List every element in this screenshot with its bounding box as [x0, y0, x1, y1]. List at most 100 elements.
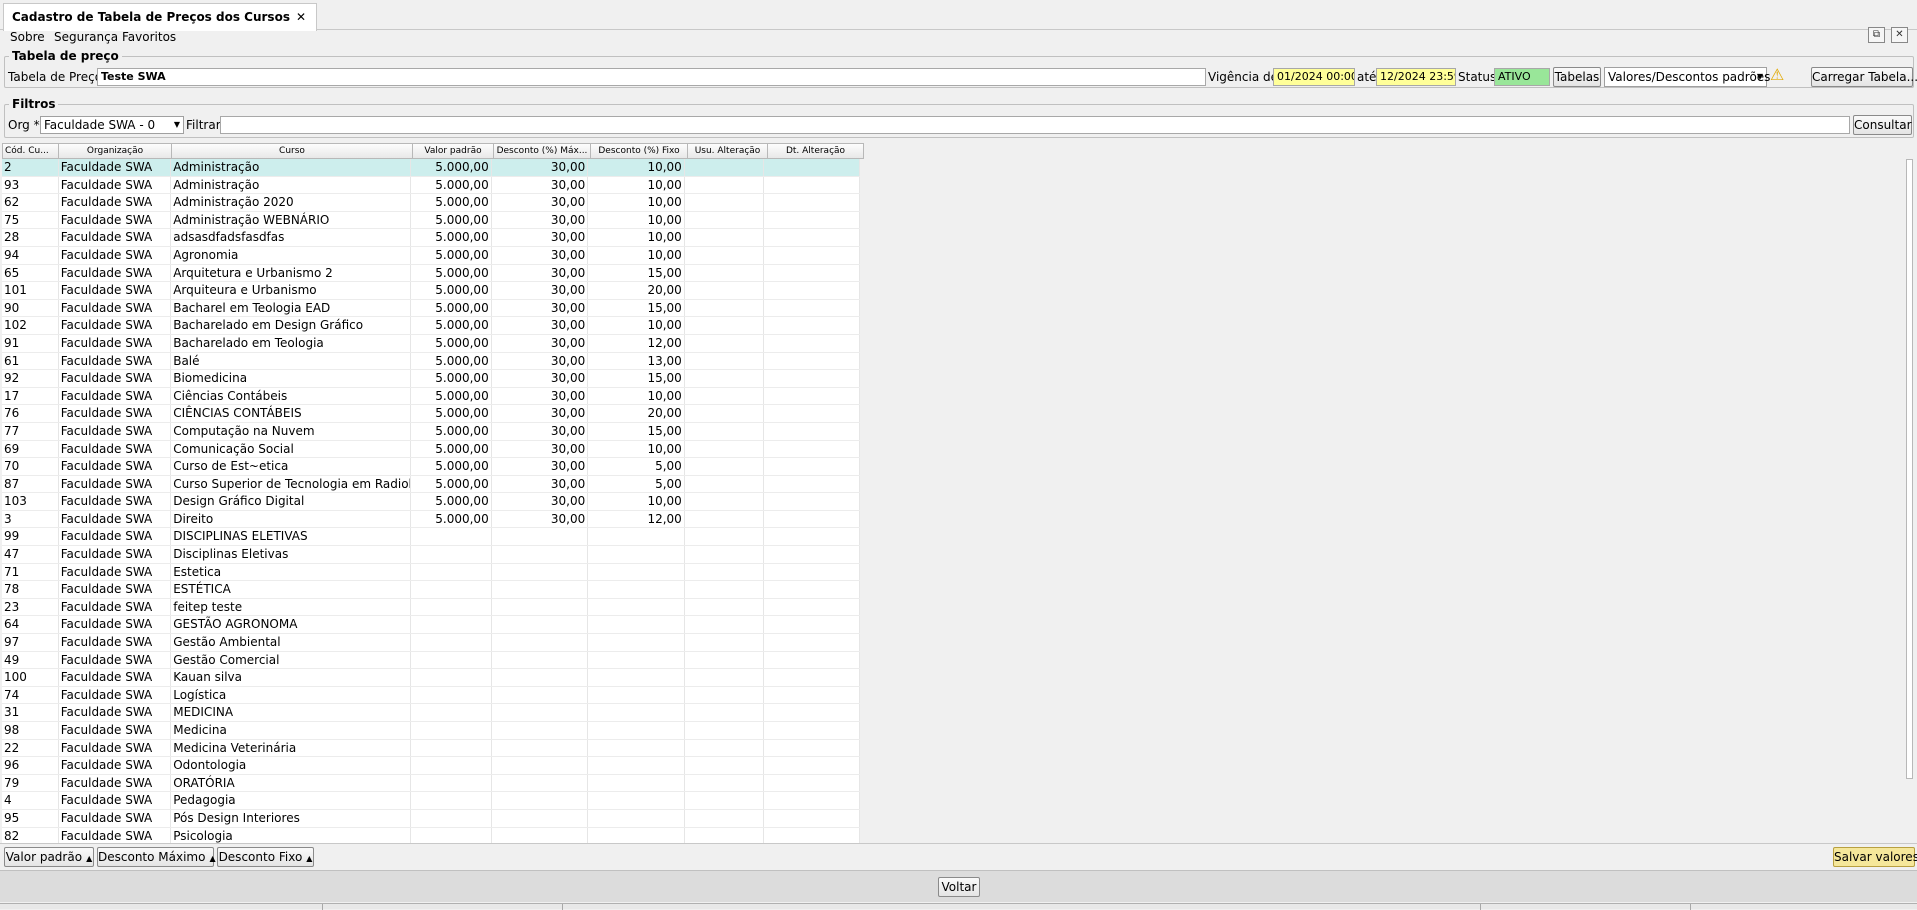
vigencia-from-input[interactable]: 01/2024 00:00	[1273, 68, 1355, 86]
tab-price-table[interactable]: Cadastro de Tabela de Preços dos Cursos ✕	[3, 3, 318, 31]
table-row[interactable]: 64 Faculdade SWA GESTÃO AGRONOMA	[2, 616, 860, 635]
table-row[interactable]: 61 Faculdade SWA Balé 5.000,00 30,00 13,00	[2, 352, 860, 371]
table-row[interactable]: 49 Faculdade SWA Gestão Comercial	[2, 651, 860, 670]
cell-organization: Faculdade SWA	[59, 352, 172, 370]
column-header-max-discount[interactable]: Desconto (%) Máx...	[494, 143, 591, 159]
cell-course: ORATÓRIA	[171, 774, 412, 792]
cell-course: feitep teste	[171, 598, 412, 616]
cell-changed-at	[764, 651, 860, 669]
table-row[interactable]: 17 Faculdade SWA Ciências Contábeis 5.000,0…	[2, 387, 860, 406]
table-row[interactable]: 31 Faculdade SWA MEDICINA	[2, 704, 860, 722]
cell-fixed-discount: 15,00	[588, 370, 685, 387]
scrollbar-thumb[interactable]	[1906, 159, 1913, 779]
tabelas-button[interactable]: Tabelas	[1553, 67, 1601, 87]
cell-max-discount: 30,00	[492, 352, 589, 370]
table-row[interactable]: 100 Faculdade SWA Kauan silva	[2, 669, 860, 687]
load-table-button[interactable]: Carregar Tabela...	[1811, 67, 1917, 87]
column-header-code[interactable]: Cód. Cu...	[2, 143, 59, 159]
cell-code: 77	[2, 422, 59, 440]
close-window-icon[interactable]: ✕	[1891, 27, 1908, 43]
cell-course: GESTÃO AGRONOMA	[171, 616, 412, 634]
cell-code: 23	[2, 598, 59, 616]
table-row[interactable]: 23 Faculdade SWA feitep teste	[2, 598, 860, 617]
table-row[interactable]: 103 Faculdade SWA Design Gráfico Digital 5.…	[2, 493, 860, 511]
cell-course: Disciplinas Eletivas	[171, 546, 412, 563]
restore-window-icon[interactable]: ⧉	[1868, 27, 1885, 43]
table-row[interactable]: 99 Faculdade SWA DISCIPLINAS ELETIVAS	[2, 528, 860, 547]
column-header-fixed-discount[interactable]: Desconto (%) Fixo	[591, 143, 688, 159]
cell-organization: Faculdade SWA	[59, 405, 172, 422]
cell-default-value: 5.000,00	[411, 282, 492, 299]
cell-code: 65	[2, 264, 59, 282]
status-separator	[1690, 904, 1691, 910]
table-row[interactable]: 70 Faculdade SWA Curso de Est~etica 5.000,0…	[2, 458, 860, 476]
column-header-organization[interactable]: Organização	[59, 143, 172, 159]
close-tab-icon[interactable]: ✕	[296, 10, 306, 24]
cell-changed-at	[764, 440, 860, 458]
table-row[interactable]: 4 Faculdade SWA Pedagogia	[2, 792, 860, 810]
table-row[interactable]: 71 Faculdade SWA Estetica	[2, 563, 860, 582]
table-row[interactable]: 79 Faculdade SWA ORATÓRIA	[2, 774, 860, 793]
valores-descontos-combo[interactable]: Valores/Descontos padrões ▼	[1604, 67, 1771, 87]
column-header-default-value[interactable]: Valor padrão	[413, 143, 494, 159]
cell-changed-at	[764, 704, 860, 721]
valor-padrao-button[interactable]: Valor padrão ▲	[4, 847, 94, 867]
table-row[interactable]: 94 Faculdade SWA Agronomia 5.000,00 30,00 10,…	[2, 246, 860, 265]
table-row[interactable]: 95 Faculdade SWA Pós Design Interiores	[2, 809, 860, 828]
table-row[interactable]: 101 Faculdade SWA Arquiteura e Urbanismo 5.…	[2, 282, 860, 300]
table-row[interactable]: 98 Faculdade SWA Medicina	[2, 722, 860, 740]
table-row[interactable]: 87 Faculdade SWA Curso Superior de Tecnolo…	[2, 475, 860, 494]
filter-input[interactable]	[220, 116, 1850, 134]
menu-sobre[interactable]: Sobre	[10, 30, 45, 44]
table-row[interactable]: 90 Faculdade SWA Bacharel em Teologia EAD 5…	[2, 299, 860, 318]
table-row[interactable]: 93 Faculdade SWA Administração 5.000,00 30,0…	[2, 176, 860, 195]
table-row[interactable]: 78 Faculdade SWA ESTÉTICA	[2, 581, 860, 599]
cell-default-value	[411, 774, 492, 792]
back-button[interactable]: Voltar	[938, 877, 980, 897]
consult-button[interactable]: Consultar	[1853, 115, 1912, 135]
cell-default-value: 5.000,00	[411, 405, 492, 422]
table-row[interactable]: 91 Faculdade SWA Bacharelado em Teologia 5.…	[2, 334, 860, 353]
valores-descontos-value: Valores/Descontos padrões	[1608, 70, 1771, 84]
cell-changed-by	[685, 634, 765, 651]
cell-fixed-discount	[588, 827, 685, 843]
price-table-name-input[interactable]: Teste SWA	[97, 68, 1206, 86]
table-row[interactable]: 97 Faculdade SWA Gestão Ambiental	[2, 634, 860, 652]
cell-organization: Faculdade SWA	[59, 458, 172, 475]
table-row[interactable]: 82 Faculdade SWA Psicologia	[2, 827, 860, 843]
vertical-scrollbar[interactable]	[1904, 159, 1915, 842]
table-row[interactable]: 76 Faculdade SWA CIÊNCIAS CONTÁBEIS 5.000,0…	[2, 405, 860, 423]
table-row[interactable]: 2 Faculdade SWA Administração 5.000,00 30,00…	[2, 159, 860, 177]
desconto-maximo-button[interactable]: Desconto Máximo ▲	[97, 847, 216, 867]
table-row[interactable]: 69 Faculdade SWA Comunicação Social 5.000,0…	[2, 440, 860, 459]
cell-changed-at	[764, 686, 860, 704]
cell-fixed-discount: 10,00	[588, 194, 685, 211]
desconto-fixo-button[interactable]: Desconto Fixo ▲	[217, 847, 314, 867]
cell-organization: Faculdade SWA	[59, 563, 172, 581]
table-row[interactable]: 28 Faculdade SWA adsasdfadsfasdfas 5.000,00…	[2, 229, 860, 247]
table-row[interactable]: 65 Faculdade SWA Arquitetura e Urbanismo 2…	[2, 264, 860, 283]
cell-changed-at	[764, 792, 860, 809]
column-header-course[interactable]: Curso	[172, 143, 413, 159]
table-row[interactable]: 102 Faculdade SWA Bacharelado em Design Gr…	[2, 317, 860, 335]
table-row[interactable]: 96 Faculdade SWA Odontologia	[2, 757, 860, 775]
org-select[interactable]: Faculdade SWA - 0 ▼	[40, 116, 184, 134]
table-row[interactable]: 3 Faculdade SWA Direito 5.000,00 30,00 12,00	[2, 510, 860, 529]
table-row[interactable]: 75 Faculdade SWA Administração WEBNÁRIO 5.0…	[2, 211, 860, 230]
menu-seguranca[interactable]: Segurança	[54, 30, 118, 44]
vigencia-to-input[interactable]: 12/2024 23:59	[1376, 68, 1456, 86]
cell-fixed-discount	[588, 792, 685, 809]
table-row[interactable]: 74 Faculdade SWA Logística	[2, 686, 860, 705]
table-row[interactable]: 62 Faculdade SWA Administração 2020 5.000,0…	[2, 194, 860, 212]
column-header-changed-by[interactable]: Usu. Alteração	[688, 143, 768, 159]
cell-changed-at	[764, 510, 860, 528]
table-row[interactable]: 77 Faculdade SWA Computação na Nuvem 5.000,…	[2, 422, 860, 441]
table-row[interactable]: 92 Faculdade SWA Biomedicina 5.000,00 30,00 1…	[2, 370, 860, 388]
menu-favoritos[interactable]: Favoritos	[122, 30, 176, 44]
table-row[interactable]: 22 Faculdade SWA Medicina Veterinária	[2, 739, 860, 758]
cell-changed-at	[764, 563, 860, 581]
save-values-button[interactable]: Salvar valores	[1833, 847, 1917, 867]
column-header-changed-at[interactable]: Dt. Alteração	[768, 143, 864, 159]
cell-default-value: 5.000,00	[411, 475, 492, 493]
table-row[interactable]: 47 Faculdade SWA Disciplinas Eletivas	[2, 546, 860, 564]
